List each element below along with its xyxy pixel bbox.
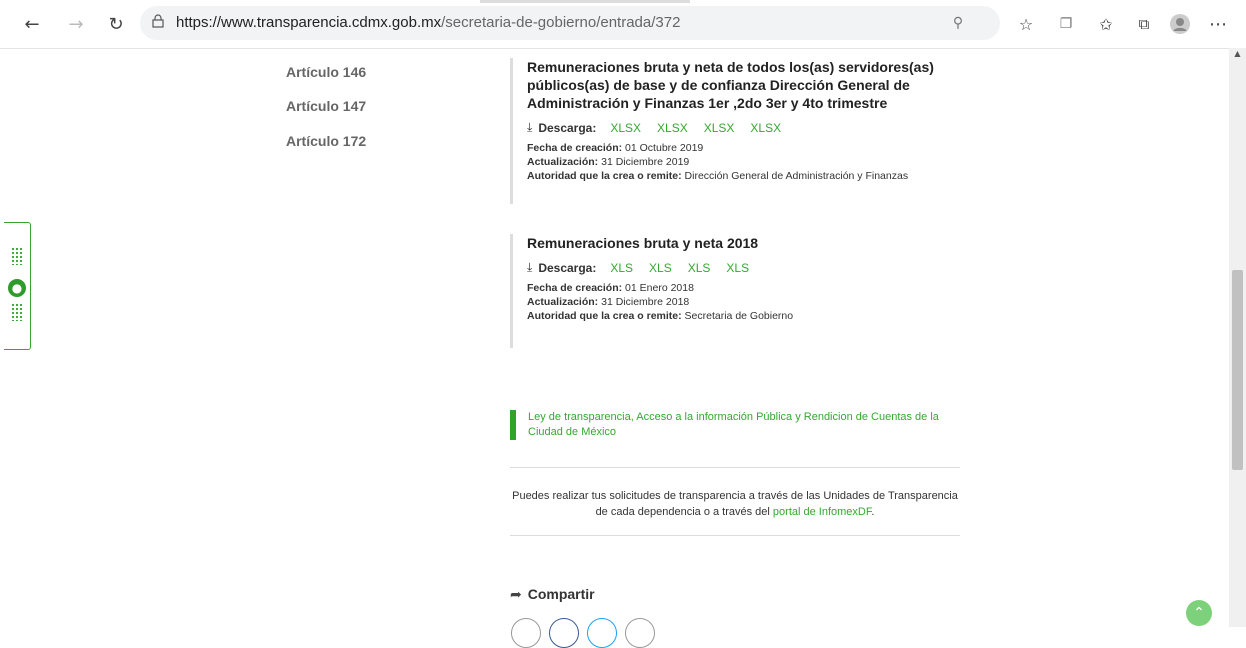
- grip-icon: [11, 247, 23, 265]
- info-text: Puedes realizar tus solicitudes de trans…: [510, 488, 960, 520]
- scrollbar-thumb[interactable]: [1232, 270, 1243, 470]
- forward-icon[interactable]: →: [64, 12, 88, 36]
- download-row: ⤓ Descarga: XLSX XLSX XLSX XLSX: [527, 120, 947, 135]
- document-card: Remuneraciones bruta y neta 2018 ⤓ Desca…: [510, 234, 947, 348]
- profile-icon[interactable]: [1168, 12, 1192, 36]
- download-row: ⤓ Descarga: XLS XLS XLS XLS: [527, 260, 947, 275]
- update-label: Actualización:: [527, 156, 599, 168]
- authority-value: Dirección General de Administración y Fi…: [684, 170, 909, 182]
- document-title: Remuneraciones bruta y neta de todos los…: [527, 59, 934, 111]
- document-title: Remuneraciones bruta y neta 2018: [527, 235, 759, 251]
- update-value: 31 Diciembre 2019: [601, 156, 690, 168]
- collections-icon[interactable]: ⧉: [1132, 12, 1156, 36]
- creation-label: Fecha de creación:: [527, 282, 623, 294]
- info-text-end: .: [871, 506, 875, 518]
- address-bar[interactable]: https://www.transparencia.cdmx.gob.mx/se…: [140, 6, 1000, 40]
- infomex-link[interactable]: portal de InfomexDF: [773, 506, 871, 518]
- document-meta: Fecha de creación: 01 Octubre 2019 Actua…: [527, 141, 947, 183]
- facebook-share-button[interactable]: [549, 618, 579, 648]
- social-share-button[interactable]: [511, 618, 541, 648]
- share-label: Compartir: [527, 586, 595, 602]
- download-icon: ⤓: [527, 260, 533, 274]
- authority-label: Autoridad que la crea o remite:: [527, 170, 682, 182]
- download-link-xls[interactable]: XLS: [649, 261, 672, 275]
- document-meta: Fecha de creación: 01 Enero 2018 Actuali…: [527, 281, 947, 323]
- grip-icon: [11, 303, 23, 321]
- favorites-icon[interactable]: ✩: [1094, 12, 1118, 36]
- download-link-xls[interactable]: XLS: [688, 261, 711, 275]
- download-link-xlsx[interactable]: XLSX: [750, 121, 781, 135]
- download-link-xlsx[interactable]: XLSX: [704, 121, 735, 135]
- sidebar-item-articulo-146[interactable]: Artículo 146: [286, 64, 366, 80]
- scroll-up-icon[interactable]: ▲: [1232, 49, 1243, 59]
- share-icon: ➦: [510, 587, 522, 603]
- refresh-icon[interactable]: ↻: [104, 12, 128, 36]
- creation-value: 01 Octubre 2019: [625, 142, 704, 154]
- document-card: Remuneraciones bruta y neta de todos los…: [510, 58, 947, 204]
- tab-indicator: [480, 0, 690, 3]
- url-path: /secretaria-de-gobierno/entrada/372: [441, 14, 681, 31]
- accessibility-widget[interactable]: ●: [4, 222, 31, 350]
- download-label: Descarga:: [538, 260, 597, 275]
- share-heading: ➦ Compartir: [510, 586, 595, 603]
- browser-toolbar: ← → ↻ https://www.transparencia.cdmx.gob…: [0, 0, 1246, 49]
- authority-label: Autoridad que la crea o remite:: [527, 310, 682, 322]
- download-link-xls[interactable]: XLS: [726, 261, 749, 275]
- favorite-add-icon[interactable]: ☆: [1014, 12, 1038, 36]
- download-label: Descarga:: [538, 120, 597, 135]
- email-share-button[interactable]: [625, 618, 655, 648]
- lock-icon: [152, 14, 164, 28]
- download-link-xls[interactable]: XLS: [610, 261, 633, 275]
- back-icon[interactable]: ←: [20, 12, 44, 36]
- more-menu-icon[interactable]: ⋯: [1206, 12, 1230, 36]
- divider: [510, 535, 960, 536]
- url-text: https://www.transparencia.cdmx.gob.mx/se…: [176, 14, 680, 31]
- divider: [510, 467, 960, 468]
- accessibility-icon[interactable]: ●: [8, 279, 26, 297]
- creation-value: 01 Enero 2018: [625, 282, 694, 294]
- twitter-share-button[interactable]: [587, 618, 617, 648]
- download-link-xlsx[interactable]: XLSX: [657, 121, 688, 135]
- info-text-body: Puedes realizar tus solicitudes de trans…: [512, 490, 958, 518]
- sidebar-item-articulo-147[interactable]: Artículo 147: [286, 98, 366, 114]
- extensions-icon[interactable]: ❐: [1054, 12, 1078, 36]
- law-link[interactable]: Ley de transparencia, Acceso a la inform…: [510, 410, 958, 440]
- sidebar-item-articulo-172[interactable]: Artículo 172: [286, 133, 366, 149]
- download-link-xlsx[interactable]: XLSX: [610, 121, 641, 135]
- update-value: 31 Diciembre 2018: [601, 296, 690, 308]
- back-to-top-icon[interactable]: ⌃: [1186, 600, 1212, 626]
- update-label: Actualización:: [527, 296, 599, 308]
- url-domain: https://www.transparencia.cdmx.gob.mx: [176, 14, 442, 31]
- creation-label: Fecha de creación:: [527, 142, 623, 154]
- download-icon: ⤓: [527, 120, 533, 134]
- authority-value: Secretaria de Gobierno: [684, 310, 794, 322]
- zoom-icon[interactable]: ⚲: [946, 11, 970, 35]
